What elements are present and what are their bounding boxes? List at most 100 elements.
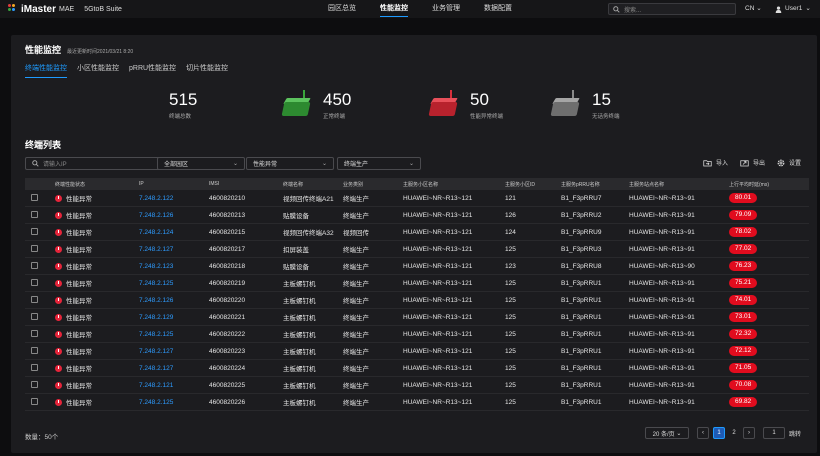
row-checkbox[interactable]	[31, 312, 38, 320]
goto-page-input[interactable]: 1	[762, 427, 785, 439]
table-row[interactable]: 性能异常 7.248.2.126 4600820220 主板螺钉机 终端生产 HUAWEI…	[25, 292, 809, 309]
column-header[interactable]: 终端性能状态	[55, 181, 139, 188]
table-row[interactable]: 性能异常 7.248.2.124 4600820215 视频回传终端A32 视频回传 HU…	[25, 224, 809, 241]
page-1-button[interactable]: 1	[712, 427, 725, 439]
column-header[interactable]: 主服务站点名称	[629, 181, 729, 188]
ip-link[interactable]: 7.248.2.124	[139, 229, 209, 236]
column-header[interactable]: IMSI	[209, 181, 283, 187]
row-checkbox[interactable]	[31, 227, 38, 235]
status-cell: 性能异常	[55, 295, 139, 305]
table-row[interactable]: 性能异常 7.248.2.125 4600820226 主板螺钉机 终端生产 HUAWEI…	[25, 394, 809, 411]
ip-link[interactable]: 7.248.2.129	[139, 314, 209, 321]
alert-icon	[55, 313, 62, 321]
ip-link[interactable]: 7.248.2.125	[139, 280, 209, 287]
ip-search-input[interactable]: 请输入IP	[25, 157, 161, 170]
site-name-cell: HUAWEI~NR~R13~91	[629, 211, 695, 219]
search-icon	[32, 160, 39, 167]
table-header: 终端性能状态 IP IMSI 终端名称 业务类别 主服务小区名称 主服务小区ID…	[25, 178, 809, 190]
table-row[interactable]: 性能异常 7.248.2.125 4600820219 主板螺钉机 终端生产 HUAWEI…	[25, 275, 809, 292]
ip-link[interactable]: 7.248.2.127	[139, 365, 209, 372]
logo[interactable]: iMaster MAE	[8, 4, 74, 15]
nav-campus-overview[interactable]: 园区总览	[316, 0, 368, 18]
row-checkbox[interactable]	[31, 295, 38, 303]
language-select[interactable]: CN ⌄	[745, 0, 762, 18]
settings-button[interactable]: 设置	[777, 158, 801, 167]
uplink-delay-cell: 74.01	[729, 295, 809, 305]
suite-name: 5GtoB Suite	[84, 5, 122, 13]
row-checkbox[interactable]	[31, 210, 38, 218]
prru-name-cell: B1_F3pRRU7	[561, 194, 602, 202]
imsi-cell: 4600820217	[209, 245, 246, 253]
imsi-cell: 4600820219	[209, 279, 246, 287]
status-cell: 性能异常	[55, 363, 139, 373]
row-checkbox[interactable]	[31, 193, 38, 201]
tab-prru-performance[interactable]: pRRU性能监控	[129, 63, 176, 78]
tab-cell-performance[interactable]: 小区性能监控	[77, 63, 119, 78]
site-name-cell: HUAWEI~NR~R13~90	[629, 262, 695, 270]
table-row[interactable]: 性能异常 7.248.2.127 4600820217 扣屏装盖 终端生产 HUAWEI~…	[25, 241, 809, 258]
column-header[interactable]: 主服务小区ID	[505, 181, 561, 188]
row-checkbox[interactable]	[31, 278, 38, 286]
table-row[interactable]: 性能异常 7.248.2.129 4600820221 主板螺钉机 终端生产 HUAWEI…	[25, 309, 809, 326]
ip-link[interactable]: 7.248.2.121	[139, 382, 209, 389]
export-button[interactable]: 导出	[740, 158, 765, 167]
row-checkbox[interactable]	[31, 329, 38, 337]
table-row[interactable]: 性能异常 7.248.2.127 4600820223 主板螺钉机 终端生产 HUAWEI…	[25, 343, 809, 360]
row-checkbox[interactable]	[31, 346, 38, 354]
service-select[interactable]: 终端生产 ⌄	[337, 157, 421, 170]
column-header[interactable]: 业务类别	[343, 181, 403, 188]
table-row[interactable]: 性能异常 7.248.2.127 4600820224 主板螺钉机 终端生产 HUAWEI…	[25, 360, 809, 377]
service-type-cell: 终端生产	[343, 349, 369, 356]
ip-link[interactable]: 7.248.2.127	[139, 246, 209, 253]
terminal-name-cell: 贴膜设备	[283, 213, 309, 220]
ip-link[interactable]: 7.248.2.122	[139, 195, 209, 202]
column-header[interactable]: 终端名称	[283, 181, 343, 188]
tab-slice-performance[interactable]: 切片性能监控	[186, 63, 228, 78]
table-row[interactable]: 性能异常 7.248.2.123 4600820218 贴膜设备 终端生产 HUAWEI~…	[25, 258, 809, 275]
next-page-button[interactable]: ›	[742, 427, 755, 439]
uplink-delay-cell: 72.12	[729, 346, 809, 356]
uplink-delay-cell: 76.23	[729, 261, 809, 271]
prev-page-button[interactable]: ‹	[696, 427, 709, 439]
table-row[interactable]: 性能异常 7.248.2.126 4600820213 贴膜设备 终端生产 HUAWEI~…	[25, 207, 809, 224]
row-checkbox[interactable]	[31, 363, 38, 371]
column-header[interactable]: 上行平均时延(ms)	[729, 181, 809, 188]
ip-link[interactable]: 7.248.2.125	[139, 399, 209, 406]
row-checkbox[interactable]	[31, 397, 38, 405]
ip-link[interactable]: 7.248.2.123	[139, 263, 209, 270]
nav-service-management[interactable]: 业务管理	[420, 0, 472, 18]
service-type-cell: 终端生产	[343, 400, 369, 407]
global-search-input[interactable]: 搜索...	[608, 3, 736, 15]
page-2-button[interactable]: 2	[729, 427, 739, 439]
global-search-placeholder: 搜索...	[624, 7, 642, 14]
alert-icon	[55, 194, 62, 202]
site-name-cell: HUAWEI~NR~R13~91	[629, 228, 695, 236]
tab-terminal-performance[interactable]: 终端性能监控	[25, 63, 67, 78]
status-select[interactable]: 性能异常 ⌄	[246, 157, 334, 170]
table-row[interactable]: 性能异常 7.248.2.121 4600820225 主板螺钉机 终端生产 HUAWEI…	[25, 377, 809, 394]
table-row[interactable]: 性能异常 7.248.2.125 4600820222 主板螺钉机 终端生产 HUAWEI…	[25, 326, 809, 343]
column-header[interactable]: 主服务pRRU名称	[561, 181, 629, 188]
row-checkbox[interactable]	[31, 380, 38, 388]
row-checkbox[interactable]	[31, 261, 38, 269]
ip-link[interactable]: 7.248.2.126	[139, 297, 209, 304]
ip-link[interactable]: 7.248.2.125	[139, 331, 209, 338]
ip-link[interactable]: 7.248.2.127	[139, 348, 209, 355]
import-button[interactable]: 导入	[703, 158, 728, 167]
campus-select[interactable]: 全部园区 ⌄	[157, 157, 245, 170]
table-row[interactable]: 性能异常 7.248.2.122 4600820210 视频回传终端A21 终端生产 HU…	[25, 190, 809, 207]
delay-badge: 71.05	[729, 363, 758, 373]
user-menu[interactable]: User1 ⌄	[775, 0, 811, 18]
nav-data-config[interactable]: 数据配置	[472, 0, 524, 18]
logo-icon	[8, 4, 18, 14]
ip-link[interactable]: 7.248.2.126	[139, 212, 209, 219]
top-nav-bar: iMaster MAE 5GtoB Suite 园区总览 性能监控 业务管理 数…	[0, 0, 820, 18]
nav-performance-monitoring[interactable]: 性能监控	[368, 0, 420, 18]
goto-page-button[interactable]: 跳转	[789, 427, 801, 439]
prru-name-cell: B1_F3pRRU1	[561, 279, 602, 287]
column-header[interactable]: IP	[139, 181, 209, 187]
status-label: 性能异常	[66, 247, 92, 254]
page-size-select[interactable]: 20 条/页 ⌄	[644, 427, 689, 439]
column-header[interactable]: 主服务小区名称	[403, 181, 505, 188]
row-checkbox[interactable]	[31, 244, 38, 252]
